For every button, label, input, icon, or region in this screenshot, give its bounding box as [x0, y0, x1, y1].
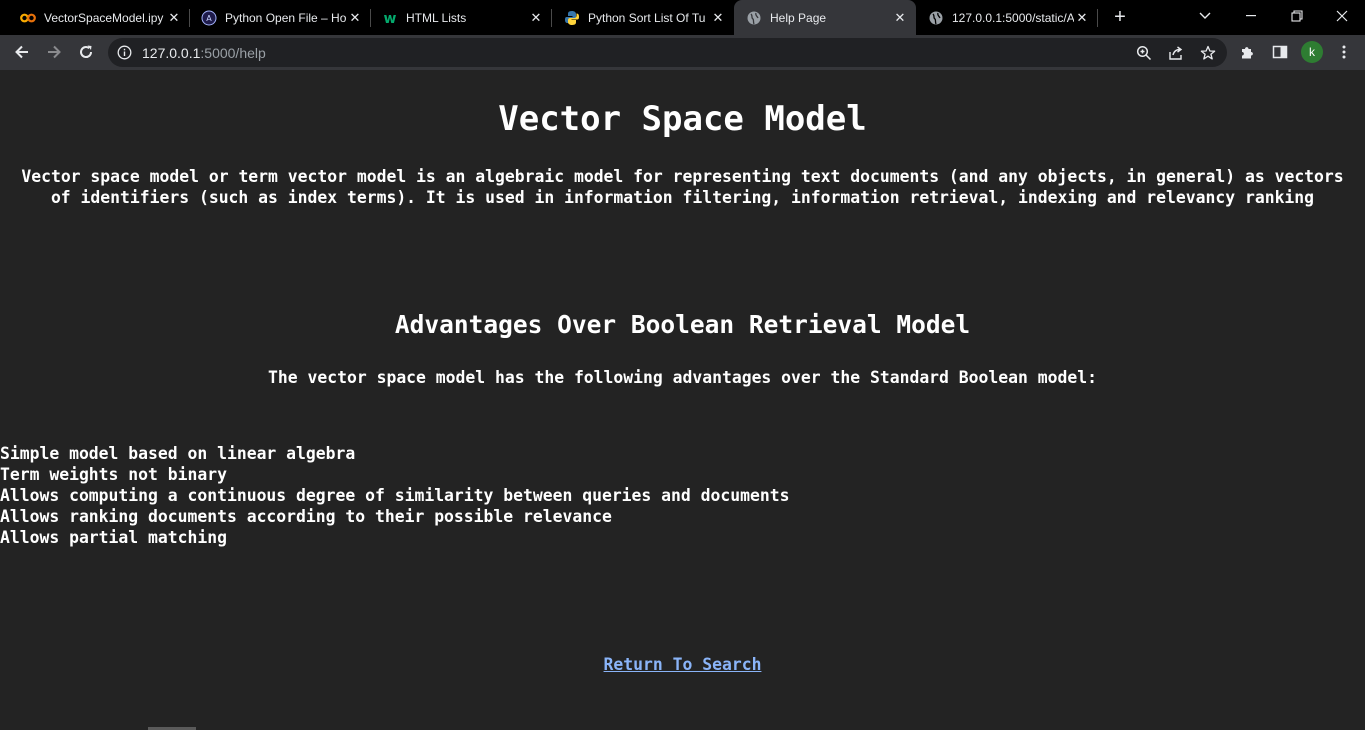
browser-toolbar: 127.0.0.1:5000/help k — [0, 35, 1365, 70]
return-to-search-link[interactable]: Return To Search — [604, 655, 762, 674]
tab-python-sort-list[interactable]: Python Sort List Of Tu ✕ — [544, 0, 734, 35]
close-tab-icon[interactable]: ✕ — [347, 10, 363, 26]
close-tab-icon[interactable]: ✕ — [528, 10, 544, 26]
list-item: Allows computing a continuous degree of … — [0, 486, 790, 505]
extensions-button[interactable] — [1234, 38, 1262, 66]
profile-avatar[interactable]: k — [1301, 41, 1323, 63]
page-content: Vector Space Model Vector space model or… — [0, 70, 1365, 730]
info-icon[interactable] — [117, 45, 132, 65]
url-host: 127.0.0.1 — [142, 45, 201, 61]
section-title: Advantages Over Boolean Retrieval Model — [394, 310, 971, 339]
chevron-down-icon — [1199, 12, 1211, 19]
tab-title: 127.0.0.1:5000/static/A — [952, 10, 1074, 25]
site-icon: A — [201, 10, 217, 26]
tab-html-lists[interactable]: w HTML Lists ✕ — [362, 0, 552, 35]
minimize-icon — [1246, 15, 1256, 17]
colab-icon — [20, 10, 36, 26]
close-tab-icon[interactable]: ✕ — [892, 10, 908, 26]
page-title: Vector Space Model — [498, 99, 867, 139]
arrow-left-icon — [15, 45, 28, 59]
forward-button[interactable] — [40, 38, 68, 66]
close-tab-icon[interactable]: ✕ — [1074, 10, 1090, 26]
reload-icon — [80, 45, 93, 58]
return-link-container: Return To Search — [0, 655, 1365, 674]
list-item: Simple model based on linear algebra — [0, 444, 356, 463]
zoom-icon — [1136, 45, 1152, 61]
share-icon — [1169, 46, 1183, 60]
tab-help-page[interactable]: Help Page ✕ — [734, 0, 916, 35]
list-item: Allows partial matching — [0, 528, 227, 547]
advantages-list: Simple model based on linear algebra Ter… — [0, 443, 789, 548]
restore-icon — [1291, 10, 1303, 22]
list-item: Allows ranking documents according to th… — [0, 507, 612, 526]
side-panel-button[interactable] — [1266, 38, 1294, 66]
menu-button[interactable] — [1330, 38, 1358, 66]
tab-vectorspacemodel[interactable]: VectorSpaceModel.ipy ✕ — [0, 0, 190, 35]
svg-text:w: w — [384, 11, 397, 26]
back-button[interactable] — [8, 38, 36, 66]
tab-search-button[interactable] — [1182, 0, 1228, 32]
arrow-right-icon — [48, 45, 61, 59]
close-tab-icon[interactable]: ✕ — [710, 10, 726, 26]
bookmark-button[interactable] — [1198, 43, 1218, 63]
side-panel-icon — [1272, 45, 1288, 59]
section-lead: The vector space model has the following… — [268, 368, 1097, 387]
intro-paragraph: Vector space model or term vector model … — [21, 167, 1344, 207]
globe-icon — [928, 10, 944, 26]
kebab-menu-icon — [1342, 45, 1346, 59]
tab-title: VectorSpaceModel.ipy — [44, 10, 164, 25]
python-icon — [564, 10, 580, 26]
address-bar[interactable]: 127.0.0.1:5000/help — [108, 38, 1227, 67]
svg-text:A: A — [206, 14, 212, 23]
tab-title: HTML Lists — [406, 10, 467, 25]
list-item: Term weights not binary — [0, 465, 227, 484]
puzzle-icon — [1242, 47, 1253, 59]
close-tab-icon[interactable]: ✕ — [166, 10, 182, 26]
star-icon — [1200, 45, 1216, 60]
globe-icon — [746, 10, 762, 26]
close-icon — [1336, 10, 1348, 22]
w3schools-icon: w — [382, 10, 398, 26]
reload-button[interactable] — [72, 38, 100, 66]
tab-strip: VectorSpaceModel.ipy ✕ A Python Open Fil… — [0, 0, 1365, 35]
restore-button[interactable] — [1274, 0, 1320, 32]
close-window-button[interactable] — [1319, 0, 1365, 32]
new-tab-button[interactable]: + — [1109, 6, 1131, 28]
zoom-button[interactable] — [1134, 43, 1154, 63]
tab-python-open-file[interactable]: A Python Open File – Ho ✕ — [181, 0, 371, 35]
tab-title: Python Sort List Of Tu — [588, 10, 706, 25]
tab-title: Help Page — [770, 10, 827, 25]
url-path: :5000/help — [200, 45, 266, 61]
share-button[interactable] — [1166, 43, 1186, 63]
url-text[interactable]: 127.0.0.1:5000/help — [142, 45, 266, 61]
minimize-button[interactable] — [1228, 0, 1274, 32]
tab-static-file[interactable]: 127.0.0.1:5000/static/A ✕ — [916, 0, 1098, 35]
tab-title: Python Open File – Ho — [225, 10, 347, 25]
tab-separator — [1097, 9, 1098, 27]
